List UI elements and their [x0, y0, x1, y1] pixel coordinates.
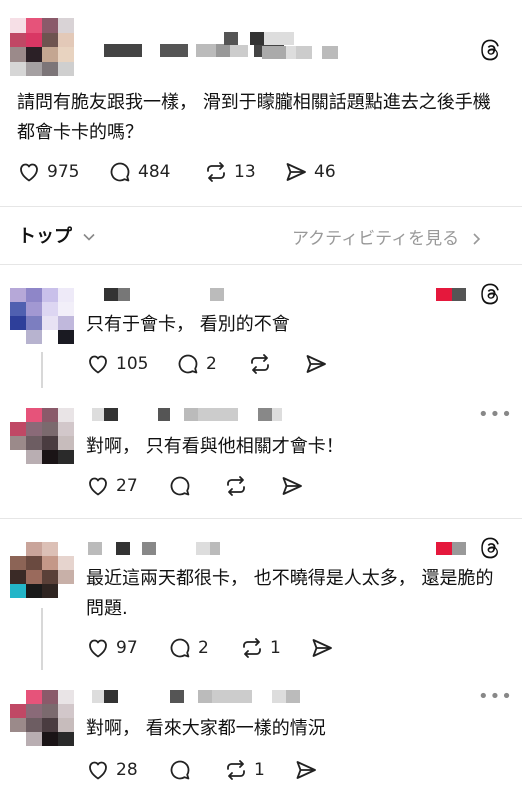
- reply-button[interactable]: 2: [176, 352, 217, 376]
- like-count: 27: [116, 476, 138, 496]
- share-button[interactable]: [294, 758, 318, 782]
- heart-icon: [89, 639, 107, 658]
- reply-count: 2: [206, 354, 217, 374]
- heart-icon: [89, 477, 107, 496]
- like-count: 28: [116, 760, 138, 780]
- reply-count: 2: [198, 638, 209, 658]
- post-author-name[interactable]: [104, 44, 284, 57]
- tab-top-label: トップ: [18, 226, 72, 247]
- comment-author-name[interactable]: [92, 408, 282, 421]
- reply-button[interactable]: [168, 474, 192, 498]
- like-button[interactable]: 975: [17, 160, 79, 184]
- repost-icon: [243, 638, 261, 658]
- comment-icon: [170, 476, 190, 496]
- share-count: 46: [314, 162, 336, 182]
- threads-logo-icon[interactable]: [479, 282, 503, 306]
- share-icon: [282, 477, 302, 495]
- heart-icon: [20, 163, 38, 182]
- repost-button[interactable]: [224, 474, 248, 498]
- more-icon: •••: [478, 686, 513, 707]
- repost-icon: [227, 476, 245, 496]
- post-author-name-extra: [224, 32, 294, 45]
- view-activity-label: アクティビティを見る: [292, 229, 460, 249]
- comment-author-name[interactable]: [104, 288, 224, 301]
- post-text-line1: 請問有脆友跟我一樣， 滑到于矇朧相關話題點進去之後手機: [17, 92, 491, 113]
- chevron-down-icon: [83, 233, 95, 241]
- share-button[interactable]: [304, 352, 328, 376]
- repost-icon: [251, 354, 269, 374]
- comment-avatar[interactable]: [10, 408, 74, 464]
- reply-button[interactable]: 2: [168, 636, 209, 660]
- repost-icon: [207, 162, 225, 182]
- author-badge: [436, 288, 466, 301]
- more-icon: •••: [478, 404, 513, 425]
- divider: [0, 206, 522, 207]
- tab-top[interactable]: トップ: [18, 222, 96, 248]
- repost-icon: [227, 760, 245, 780]
- repost-button[interactable]: 1: [224, 758, 265, 782]
- reply-count: 484: [138, 162, 171, 182]
- view-activity-link[interactable]: アクティビティを見る: [292, 224, 483, 249]
- repost-button[interactable]: 13: [204, 160, 256, 184]
- thread-line: [41, 608, 43, 670]
- threads-logo-icon[interactable]: [479, 38, 503, 62]
- reply-button[interactable]: 484: [108, 160, 170, 184]
- author-badge: [436, 542, 466, 555]
- comment-text-line1: 最近這兩天都很卡， 也不曉得是人太多， 還是脆的: [86, 568, 494, 589]
- like-count: 97: [116, 638, 138, 658]
- like-button[interactable]: 27: [86, 474, 138, 498]
- like-button[interactable]: 28: [86, 758, 138, 782]
- repost-button[interactable]: 1: [240, 636, 281, 660]
- like-count: 975: [47, 162, 80, 182]
- share-icon: [306, 355, 326, 373]
- comment-text: 對啊， 看來大家都一樣的情況: [86, 718, 326, 739]
- more-options-button[interactable]: •••: [478, 404, 513, 425]
- share-button[interactable]: 46: [284, 160, 336, 184]
- comment-icon: [178, 354, 198, 374]
- share-icon: [296, 761, 316, 779]
- comment-author-name[interactable]: [92, 690, 300, 703]
- like-button[interactable]: 97: [86, 636, 138, 660]
- heart-icon: [89, 761, 107, 780]
- comment-text-line2: 問題.: [86, 598, 128, 619]
- like-button[interactable]: 105: [86, 352, 148, 376]
- divider: [0, 264, 522, 265]
- share-button[interactable]: [310, 636, 334, 660]
- share-icon: [312, 639, 332, 657]
- post-author-name-extra2: [262, 46, 338, 59]
- threads-logo-icon[interactable]: [479, 536, 503, 560]
- comment-avatar[interactable]: [10, 542, 74, 598]
- divider: [0, 518, 522, 519]
- share-icon: [286, 163, 306, 181]
- comment-icon: [110, 162, 130, 182]
- comment-text: 對啊， 只有看與他相關才會卡！: [86, 436, 344, 457]
- post-author-avatar[interactable]: [10, 18, 74, 76]
- more-options-button[interactable]: •••: [478, 686, 513, 707]
- reply-button[interactable]: [168, 758, 192, 782]
- like-count: 105: [116, 354, 149, 374]
- comment-text: 只有于會卡， 看別的不會: [86, 314, 290, 335]
- share-button[interactable]: [280, 474, 304, 498]
- comment-avatar[interactable]: [10, 690, 74, 746]
- post-text-line2: 都會卡卡的嗎？: [17, 122, 143, 143]
- heart-icon: [89, 355, 107, 374]
- repost-count: 1: [254, 760, 265, 780]
- thread-line: [41, 352, 43, 388]
- comment-author-name[interactable]: [88, 542, 220, 555]
- repost-count: 13: [234, 162, 256, 182]
- comment-icon: [170, 760, 190, 780]
- comment-avatar[interactable]: [10, 288, 74, 344]
- chevron-right-icon: [472, 233, 480, 245]
- comment-icon: [170, 638, 190, 658]
- repost-count: 1: [270, 638, 281, 658]
- repost-button[interactable]: [248, 352, 272, 376]
